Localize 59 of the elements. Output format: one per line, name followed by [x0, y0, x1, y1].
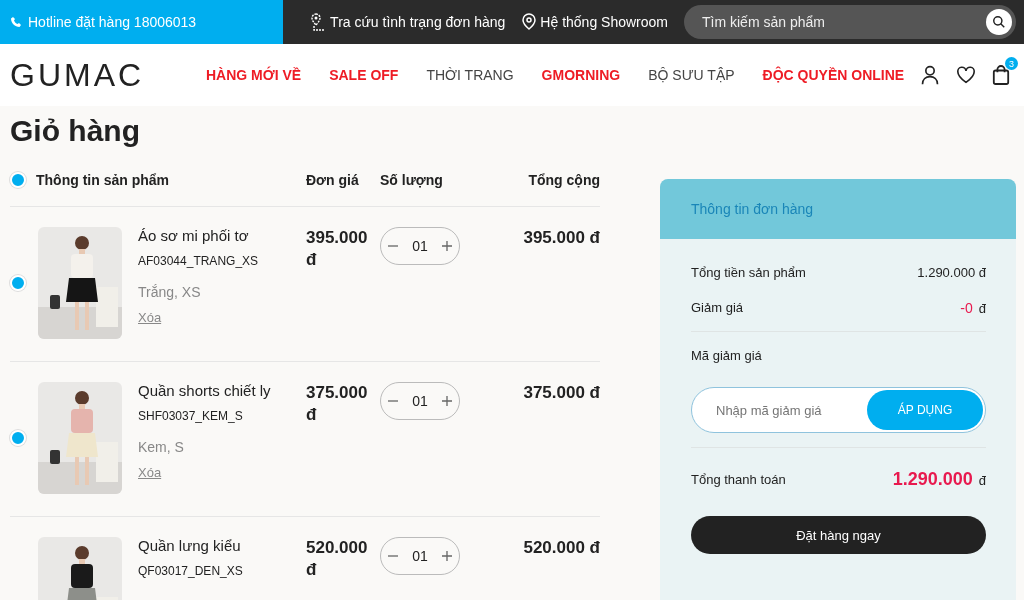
select-all-radio[interactable]: [10, 172, 26, 188]
column-header: Thông tin sản phẩm: [36, 172, 169, 188]
unit-price: 520.000 đ: [306, 537, 369, 581]
column-header: Tổng cộng: [527, 172, 600, 188]
phone-icon: [10, 16, 22, 28]
product-sku: AF03044_TRANG_XS: [138, 254, 259, 268]
user-icon[interactable]: [920, 65, 940, 85]
summary-label: Giảm giá: [691, 300, 744, 315]
search-field[interactable]: Tìm kiếm sản phẩm: [684, 5, 1016, 39]
hotline-text: Hotline đặt hàng 18006013: [28, 14, 197, 30]
heart-icon[interactable]: [956, 66, 976, 84]
product-sku: QF03017_DEN_XS: [138, 564, 243, 578]
product-sku: SHF03037_KEM_S: [138, 409, 244, 423]
unit-price: 375.000 đ: [306, 382, 369, 426]
plus-icon[interactable]: [441, 551, 452, 561]
line-total: 375.000 đ: [522, 382, 600, 404]
currency: đ: [978, 472, 986, 488]
top-link[interactable]: Tra cứu tình trạng đơn hàng: [311, 13, 506, 31]
product-name[interactable]: Quần lưng kiểu: [138, 537, 243, 554]
summary-value: 1.290.000 đ: [917, 265, 986, 280]
order-button[interactable]: Đặt hàng ngay: [691, 516, 986, 554]
logo[interactable]: GUMAC: [10, 56, 206, 94]
remove-link[interactable]: Xóa: [138, 465, 271, 480]
nav-link[interactable]: THỜI TRANG: [426, 67, 514, 83]
quantity-value[interactable]: 01: [412, 238, 428, 254]
line-total: 520.000 đ: [522, 537, 600, 559]
remove-link[interactable]: Xóa: [138, 310, 259, 325]
nav-link[interactable]: SALE OFF: [329, 67, 399, 83]
quantity-value[interactable]: 01: [412, 548, 428, 564]
item-radio[interactable]: [10, 275, 26, 291]
line-total: 395.000 đ: [522, 227, 600, 249]
column-header: Số lượng: [380, 172, 444, 188]
nav-link[interactable]: ĐỘC QUYỀN ONLINE: [762, 67, 905, 83]
product-variant: Kem, S: [138, 439, 185, 455]
product-name[interactable]: Quần shorts chiết ly: [138, 382, 271, 399]
discount-value: -0: [960, 299, 973, 316]
grand-total: 1.290.000: [892, 468, 973, 490]
coupon-label: Mã giảm giá: [691, 347, 763, 365]
summary-label: Tổng tiền sản phẩm: [691, 265, 806, 280]
search-icon: [992, 15, 1006, 29]
page-title: Giỏ hàng: [10, 114, 141, 148]
item-radio[interactable]: [10, 430, 26, 446]
location-pin-icon: [521, 13, 538, 31]
panel-title: Thông tin đơn hàng: [691, 201, 814, 217]
top-link[interactable]: Hệ thống Showroom: [521, 13, 668, 31]
product-name[interactable]: Áo sơ mi phối tơ: [138, 227, 259, 244]
nav-link[interactable]: HÀNG MỚI VỀ: [206, 67, 302, 83]
nav-link[interactable]: GMORNING: [541, 67, 621, 83]
summary-label: Tổng thanh toán: [691, 471, 786, 487]
product-variant: Trắng, XS: [138, 284, 202, 300]
plus-icon[interactable]: [441, 241, 452, 251]
cart-count-badge: 3: [1005, 57, 1018, 70]
plus-icon[interactable]: [441, 396, 452, 406]
shopping-bag-icon[interactable]: [992, 65, 1010, 85]
unit-price: 395.000 đ: [306, 227, 369, 271]
quantity-value[interactable]: 01: [412, 393, 428, 409]
nav-link[interactable]: BỘ SƯU TẬP: [648, 67, 735, 83]
currency: đ: [978, 300, 986, 316]
column-header: Đơn giá: [306, 172, 360, 188]
